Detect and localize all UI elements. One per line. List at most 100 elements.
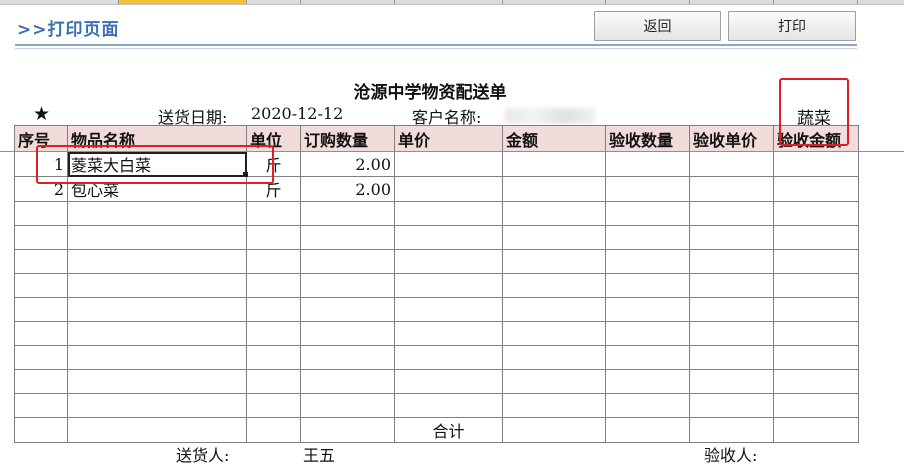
order-qty-cell[interactable]: 2.00 xyxy=(300,176,395,202)
empty-cell[interactable] xyxy=(689,321,774,346)
empty-cell[interactable] xyxy=(605,417,690,443)
empty-cell[interactable] xyxy=(605,273,690,298)
empty-cell[interactable] xyxy=(300,369,395,394)
empty-cell[interactable] xyxy=(502,249,606,274)
empty-cell[interactable] xyxy=(605,345,690,370)
empty-cell[interactable] xyxy=(246,393,301,418)
empty-cell[interactable] xyxy=(300,345,395,370)
total-amount-cell[interactable] xyxy=(502,417,606,443)
empty-cell[interactable] xyxy=(394,321,503,346)
empty-cell[interactable] xyxy=(689,249,774,274)
empty-cell[interactable] xyxy=(605,249,690,274)
empty-cell[interactable] xyxy=(394,297,503,322)
empty-cell[interactable] xyxy=(67,297,247,322)
empty-cell[interactable] xyxy=(394,345,503,370)
empty-cell[interactable] xyxy=(246,345,301,370)
empty-cell[interactable] xyxy=(246,273,301,298)
empty-cell[interactable] xyxy=(300,297,395,322)
empty-cell[interactable] xyxy=(246,417,301,443)
empty-cell[interactable] xyxy=(14,201,68,226)
print-button[interactable]: 打印 xyxy=(728,11,856,41)
empty-cell[interactable] xyxy=(67,345,247,370)
back-button[interactable]: 返回 xyxy=(594,11,721,41)
empty-cell[interactable] xyxy=(14,393,68,418)
empty-cell[interactable] xyxy=(14,321,68,346)
empty-cell[interactable] xyxy=(300,321,395,346)
empty-cell[interactable] xyxy=(14,249,68,274)
empty-cell[interactable] xyxy=(14,273,68,298)
empty-cell[interactable] xyxy=(67,417,247,443)
empty-cell[interactable] xyxy=(394,369,503,394)
empty-cell[interactable] xyxy=(502,369,606,394)
empty-cell[interactable] xyxy=(502,321,606,346)
empty-cell[interactable] xyxy=(67,393,247,418)
empty-cell[interactable] xyxy=(67,369,247,394)
empty-cell[interactable] xyxy=(300,273,395,298)
empty-cell[interactable] xyxy=(394,225,503,250)
empty-cell[interactable] xyxy=(689,369,774,394)
empty-cell[interactable] xyxy=(773,369,859,394)
order-qty-cell[interactable]: 2.00 xyxy=(300,151,395,177)
delivery-date-value[interactable]: 2020-12-12 xyxy=(251,104,343,123)
empty-cell[interactable] xyxy=(502,297,606,322)
empty-cell[interactable] xyxy=(300,393,395,418)
empty-cell[interactable] xyxy=(689,201,774,226)
empty-cell[interactable] xyxy=(773,345,859,370)
empty-cell[interactable] xyxy=(605,225,690,250)
unit-price-cell[interactable] xyxy=(394,151,503,177)
empty-cell[interactable] xyxy=(246,201,301,226)
empty-cell[interactable] xyxy=(14,417,68,443)
empty-cell[interactable] xyxy=(14,297,68,322)
empty-cell[interactable] xyxy=(67,273,247,298)
empty-cell[interactable] xyxy=(246,369,301,394)
empty-cell[interactable] xyxy=(605,201,690,226)
empty-cell[interactable] xyxy=(14,369,68,394)
empty-cell[interactable] xyxy=(67,225,247,250)
empty-cell[interactable] xyxy=(689,273,774,298)
empty-cell[interactable] xyxy=(14,225,68,250)
empty-cell[interactable] xyxy=(605,393,690,418)
empty-cell[interactable] xyxy=(67,201,247,226)
empty-cell[interactable] xyxy=(773,201,859,226)
empty-cell[interactable] xyxy=(502,273,606,298)
unit-price-cell[interactable] xyxy=(394,176,503,202)
empty-cell[interactable] xyxy=(502,201,606,226)
empty-cell[interactable] xyxy=(300,249,395,274)
amount-cell[interactable] xyxy=(502,176,606,202)
empty-cell[interactable] xyxy=(502,345,606,370)
empty-cell[interactable] xyxy=(605,369,690,394)
empty-cell[interactable] xyxy=(394,249,503,274)
empty-cell[interactable] xyxy=(689,225,774,250)
empty-cell[interactable] xyxy=(689,393,774,418)
empty-cell[interactable] xyxy=(689,297,774,322)
empty-cell[interactable] xyxy=(394,273,503,298)
received-price-cell[interactable] xyxy=(689,176,774,202)
empty-cell[interactable] xyxy=(246,297,301,322)
empty-cell[interactable] xyxy=(773,393,859,418)
empty-cell[interactable] xyxy=(773,249,859,274)
received-qty-cell[interactable] xyxy=(605,151,690,177)
empty-cell[interactable] xyxy=(394,201,503,226)
received-amount-cell[interactable] xyxy=(773,176,859,202)
empty-cell[interactable] xyxy=(502,225,606,250)
empty-cell[interactable] xyxy=(773,297,859,322)
empty-cell[interactable] xyxy=(605,321,690,346)
empty-cell[interactable] xyxy=(300,201,395,226)
empty-cell[interactable] xyxy=(246,249,301,274)
empty-cell[interactable] xyxy=(300,225,395,250)
empty-cell[interactable] xyxy=(14,345,68,370)
empty-cell[interactable] xyxy=(605,297,690,322)
empty-cell[interactable] xyxy=(773,417,859,443)
empty-cell[interactable] xyxy=(689,345,774,370)
amount-cell[interactable] xyxy=(502,151,606,177)
empty-cell[interactable] xyxy=(300,417,395,443)
empty-cell[interactable] xyxy=(773,225,859,250)
empty-cell[interactable] xyxy=(689,417,774,443)
empty-cell[interactable] xyxy=(246,225,301,250)
received-amount-cell[interactable] xyxy=(773,151,859,177)
empty-cell[interactable] xyxy=(773,321,859,346)
empty-cell[interactable] xyxy=(67,321,247,346)
received-price-cell[interactable] xyxy=(689,151,774,177)
empty-cell[interactable] xyxy=(773,273,859,298)
empty-cell[interactable] xyxy=(394,393,503,418)
